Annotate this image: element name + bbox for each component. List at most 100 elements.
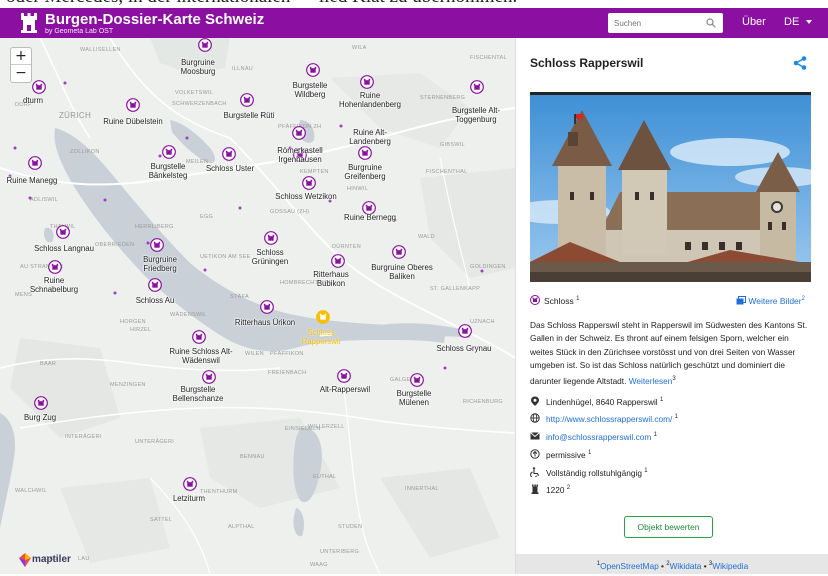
- chevron-down-icon[interactable]: [806, 20, 812, 24]
- castle-marker-icon[interactable]: [183, 477, 197, 491]
- castle-marker-icon[interactable]: [202, 370, 216, 384]
- footer-source-link[interactable]: OpenStreetMap: [600, 561, 659, 571]
- about-link[interactable]: Über: [742, 16, 766, 28]
- castle-marker-icon[interactable]: [292, 126, 306, 140]
- castle-marker-icon[interactable]: [410, 373, 424, 387]
- detail-panel: Schloss Rapperswil Schloss 1 Weitere Bil…: [515, 38, 828, 574]
- map-view[interactable]: WALLISELLEN ILLNAU WILA FISCHENTAL VOLKETSW…: [0, 38, 515, 574]
- castle-marker-label[interactable]: Schloss Wetzikon: [275, 192, 336, 201]
- castle-marker-icon[interactable]: [198, 38, 212, 52]
- castle-marker-label[interactable]: Ruine Hohenlandenberg: [339, 91, 401, 109]
- castle-marker-icon[interactable]: [392, 245, 406, 259]
- castle-marker-label[interactable]: Burgstelle Wildberg: [293, 81, 328, 99]
- castle-marker-icon[interactable]: [126, 98, 140, 112]
- castle-marker-label[interactable]: Schloss Uster: [206, 164, 254, 173]
- object-type: Schloss 1: [544, 296, 580, 306]
- castle-marker-icon[interactable]: [360, 75, 374, 89]
- footer-source-link[interactable]: Wikipedia: [712, 561, 748, 571]
- envelope-icon: [530, 432, 540, 440]
- search-input[interactable]: [614, 16, 700, 30]
- castle-marker-label[interactable]: Burgstelle Mülenen: [397, 389, 432, 407]
- footer-source-link[interactable]: Wikidata: [670, 561, 702, 571]
- castle-marker-icon[interactable]: [48, 260, 62, 274]
- access-arrow-icon: [530, 449, 540, 459]
- castle-marker-icon[interactable]: [306, 63, 320, 77]
- castle-marker-icon[interactable]: [470, 80, 484, 94]
- clipped-page-text: oder Mercedes, in der internationalen — …: [0, 0, 828, 8]
- app-header: Burgen-Dossier-Karte Schweiz by Geometa …: [0, 8, 828, 38]
- read-more-link[interactable]: Weiterlesen: [629, 375, 673, 385]
- castle-marker-icon[interactable]: [316, 310, 330, 324]
- castle-marker-label[interactable]: Ruine Alt- Landenberg: [349, 128, 391, 146]
- castle-marker-icon[interactable]: [331, 254, 345, 268]
- castle-marker-label[interactable]: Schloss Grüningen: [252, 248, 288, 266]
- rate-object-button[interactable]: Objekt bewerten: [624, 516, 713, 538]
- castle-marker-icon[interactable]: [458, 324, 472, 338]
- attribute-5: 1220 2: [546, 485, 571, 495]
- castle-marker-label[interactable]: Burgstelle Bellenschanze: [173, 385, 224, 403]
- castle-marker-icon[interactable]: [337, 369, 351, 383]
- share-icon[interactable]: [793, 56, 807, 70]
- castle-marker-icon[interactable]: [34, 396, 48, 410]
- castle-marker-label[interactable]: Burgstelle Alt- Toggenburg: [452, 106, 500, 124]
- attribute-0: Lindenhügel, 8640 Rapperswil 1: [546, 397, 664, 407]
- castle-marker-label[interactable]: Ruine Schloss Alt- Wädenswil: [169, 347, 232, 365]
- castle-marker-label[interactable]: Burgruine Friedberg: [143, 255, 177, 273]
- language-select[interactable]: DE: [784, 16, 799, 28]
- maptiler-logo-icon[interactable]: [18, 552, 32, 568]
- castle-marker-icon[interactable]: [222, 147, 236, 161]
- castle-marker-label[interactable]: Burgruine Moosburg: [181, 58, 216, 76]
- castle-marker-icon[interactable]: [240, 93, 254, 107]
- tower-icon: [531, 484, 539, 494]
- castle-marker-label[interactable]: Schloss Au: [136, 296, 175, 305]
- attribute-1[interactable]: http://www.schlossrapperswil.com/ 1: [546, 414, 678, 424]
- castle-marker-label[interactable]: Burgstelle Bänkelsteg: [149, 162, 188, 180]
- attribute-2[interactable]: info@schlossrapperswil.com 1: [546, 432, 657, 442]
- castle-marker-icon[interactable]: [358, 146, 372, 160]
- castle-marker-icon[interactable]: [28, 156, 42, 170]
- castle-markers: Burgruine Moosburg Burgstelle Wildberg Ruine…: [0, 38, 515, 574]
- castle-marker-icon[interactable]: [150, 238, 164, 252]
- description-text: Das Schloss Rapperswil steht in Rappersw…: [530, 320, 808, 386]
- castle-marker-label[interactable]: Burgstelle Rüti: [224, 111, 275, 120]
- castle-marker-icon[interactable]: [302, 176, 316, 190]
- castle-marker-label[interactable]: Burgruine Oberes Baliken: [371, 263, 433, 281]
- castle-marker-icon[interactable]: [32, 80, 46, 94]
- maptiler-attribution[interactable]: maptiler: [32, 554, 71, 565]
- search-box[interactable]: [608, 13, 723, 33]
- castle-logo-icon[interactable]: [20, 13, 38, 33]
- castle-marker-label[interactable]: Ruine Bernegg: [344, 213, 396, 222]
- castle-marker-label[interactable]: Schloss Rapperswil: [302, 328, 341, 346]
- footer-separator: •: [701, 560, 709, 571]
- attribute-3: permissive 1: [546, 450, 592, 460]
- castle-marker-icon[interactable]: [260, 300, 274, 314]
- castle-marker-icon[interactable]: [192, 330, 206, 344]
- photos-icon[interactable]: [736, 296, 746, 305]
- source-footer: 1OpenStreetMap • 2Wikidata • 3Wikipedia: [516, 554, 828, 574]
- app-title[interactable]: Burgen-Dossier-Karte Schweiz: [45, 11, 264, 28]
- castle-marker-label[interactable]: Schloss Langnau: [34, 244, 94, 253]
- castle-marker-label[interactable]: Ruine Dübelstein: [103, 117, 162, 126]
- castle-marker-icon[interactable]: [56, 225, 70, 239]
- castle-marker-label[interactable]: Burg Zug: [24, 413, 56, 422]
- castle-marker-label[interactable]: Ruine Schnabelburg: [30, 276, 78, 294]
- castle-marker-icon[interactable]: [264, 231, 278, 245]
- castle-marker-label[interactable]: Ritterhaus Bubikon: [313, 270, 349, 288]
- wheelchair-icon: [530, 467, 540, 477]
- castle-marker-label[interactable]: Ritterhaus Ürikon: [235, 318, 295, 327]
- attribute-4: Vollständig rollstuhlgängig 1: [546, 468, 648, 478]
- castle-marker-label[interactable]: Burgruine Greifenberg: [344, 163, 385, 181]
- more-pictures-link[interactable]: Weitere Bilder2: [736, 295, 805, 306]
- app-subtitle: by Geometa Lab OST: [45, 28, 114, 35]
- castle-photo[interactable]: [530, 92, 811, 282]
- castle-marker-icon[interactable]: [162, 145, 176, 159]
- search-icon[interactable]: [706, 18, 716, 28]
- castle-marker-icon[interactable]: [148, 278, 162, 292]
- castle-marker-label[interactable]: Ruine Manegg: [7, 176, 58, 185]
- castle-marker-label[interactable]: dturm: [23, 96, 43, 105]
- castle-marker-label[interactable]: Letziturm: [173, 494, 205, 503]
- castle-marker-label[interactable]: Römerkastell Irgenhausen: [277, 146, 323, 164]
- castle-marker-label[interactable]: Alt-Rapperswil: [320, 385, 370, 394]
- location-pin-icon: [531, 396, 539, 406]
- castle-marker-label[interactable]: Schloss Grynau: [436, 344, 491, 353]
